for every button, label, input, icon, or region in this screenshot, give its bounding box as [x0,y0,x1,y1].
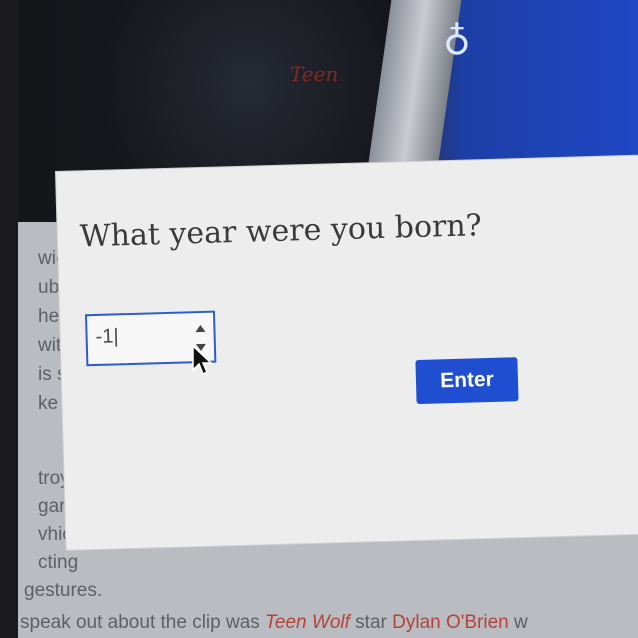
article-fragment: wit [38,335,62,356]
article-line-gestures: gestures. [24,580,103,601]
heart-logo-icon: ♁ [443,15,471,59]
stepper-up-icon[interactable] [195,324,206,333]
article-text: w [508,612,528,633]
article-fragment: cting [38,552,79,573]
dialog-question: What year were you born? [79,208,483,255]
scribble-mark: Teen [290,62,339,86]
enter-button[interactable]: Enter [415,357,519,405]
year-input-value: -1| [95,325,119,348]
article-text: speak out about the clip was [20,612,266,633]
article-text: star [349,612,393,633]
article-fragment: gar [38,496,66,517]
article-link-show[interactable]: Teen Wolf [265,612,350,633]
article-fragment: he [38,306,60,327]
article-link-name[interactable]: Dylan O'Brien [392,612,509,633]
article-line-bottom: speak out about the clip was Teen Wolf s… [20,612,528,634]
birth-year-dialog: What year were you born? -1| Enter [56,155,638,550]
mouse-pointer-icon [192,345,213,376]
